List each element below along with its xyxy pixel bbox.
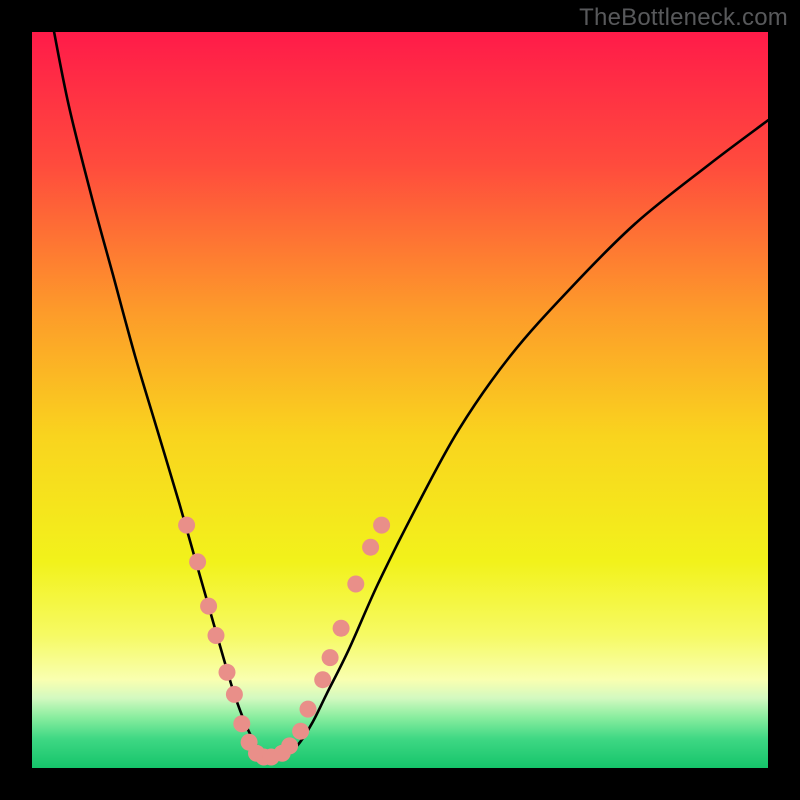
- gradient-background: [32, 32, 768, 768]
- chart-frame: TheBottleneck.com: [0, 0, 800, 800]
- data-marker: [281, 737, 298, 754]
- data-marker: [200, 598, 217, 615]
- data-marker: [362, 539, 379, 556]
- data-marker: [333, 620, 350, 637]
- data-marker: [226, 686, 243, 703]
- data-marker: [314, 671, 331, 688]
- data-marker: [178, 517, 195, 534]
- data-marker: [189, 553, 206, 570]
- data-marker: [300, 701, 317, 718]
- watermark-text: TheBottleneck.com: [579, 4, 788, 32]
- data-marker: [219, 664, 236, 681]
- data-marker: [373, 517, 390, 534]
- data-marker: [347, 576, 364, 593]
- data-marker: [208, 627, 225, 644]
- data-marker: [292, 723, 309, 740]
- plot-area: [32, 32, 768, 768]
- data-marker: [322, 649, 339, 666]
- data-marker: [233, 715, 250, 732]
- chart-svg: [32, 32, 768, 768]
